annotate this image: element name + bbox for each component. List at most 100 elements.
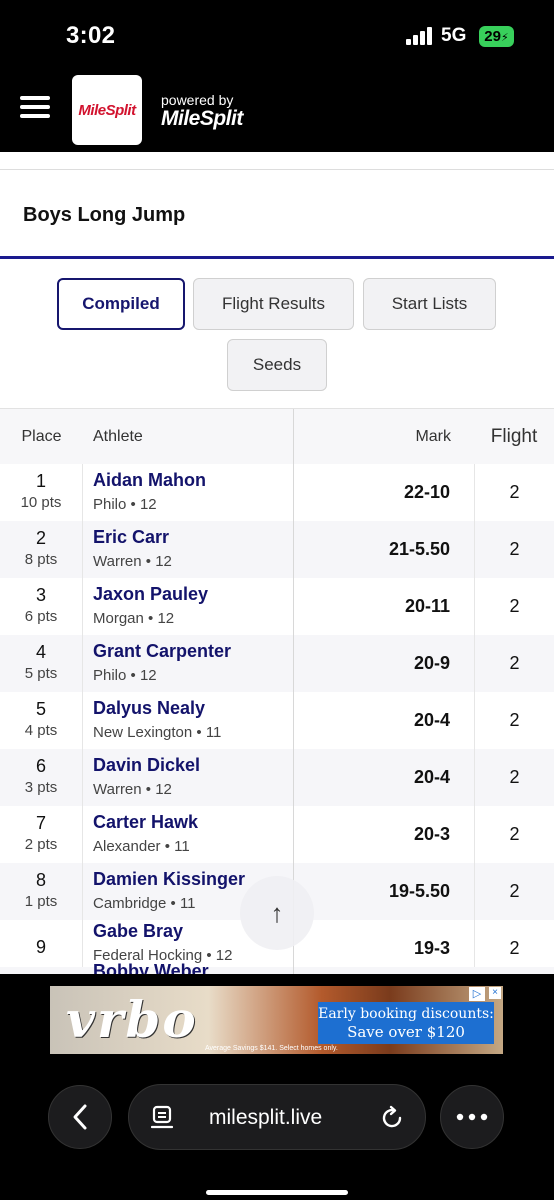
- athlete-team: Morgan • 12: [93, 610, 175, 627]
- place-points: 3 pts: [24, 779, 58, 796]
- place-number: 5: [35, 699, 46, 719]
- flight-cell: 2: [474, 806, 554, 863]
- reload-icon[interactable]: [379, 1105, 405, 1131]
- athlete-cell: Jaxon Pauley Morgan • 12: [93, 584, 291, 627]
- table-row: 1 10 pts Aidan Mahon Philo • 12 22-10 2: [0, 464, 554, 521]
- flight-cell: 2: [474, 578, 554, 635]
- flight-cell: 2: [474, 863, 554, 920]
- place-cell: 5 4 pts: [0, 692, 83, 749]
- place-cell: 2 8 pts: [0, 521, 83, 578]
- battery-indicator: 29⚡: [479, 26, 514, 47]
- place-points: 5 pts: [24, 665, 58, 682]
- place-number: 4: [35, 642, 46, 662]
- tab-compiled[interactable]: Compiled: [57, 278, 185, 330]
- place-points: 2 pts: [24, 836, 58, 853]
- place-number: 3: [35, 585, 46, 605]
- cell-signal-icon: [406, 27, 432, 45]
- place-cell: 1 10 pts: [0, 464, 83, 521]
- place-points: 4 pts: [24, 722, 58, 739]
- table-row: Bobby Weber: [0, 961, 554, 974]
- athlete-cell: Eric Carr Warren • 12: [93, 527, 291, 570]
- athlete-team: Alexander • 11: [93, 838, 190, 855]
- table-row: 7 2 pts Carter Hawk Alexander • 11 20-3 2: [0, 806, 554, 863]
- top-header: 3:02 5G 29⚡ MileSplit powered by MileSpl…: [0, 0, 554, 152]
- ad-brand-logo: vrbo: [66, 990, 198, 1049]
- athlete-name-link[interactable]: Dalyus Nealy: [93, 698, 291, 719]
- place-points: 10 pts: [20, 494, 62, 511]
- powered-by-label: powered by: [161, 92, 234, 108]
- place-number: 1: [35, 471, 46, 491]
- ad-offer-box: Early booking discounts: Save over $120: [318, 1002, 494, 1044]
- place-cell: 8 1 pts: [0, 863, 83, 920]
- athlete-cell: Aidan Mahon Philo • 12: [93, 470, 291, 513]
- athlete-cell: Bobby Weber: [93, 961, 291, 974]
- page-menu-icon[interactable]: [151, 1105, 173, 1131]
- athlete-name-link[interactable]: Aidan Mahon: [93, 470, 291, 491]
- mark-cell: 19-3: [413, 938, 450, 958]
- mark-cell: 20-9: [413, 653, 450, 673]
- powered-by-brand: MileSplit: [161, 107, 243, 130]
- logo-text: MileSplit: [78, 101, 136, 119]
- mark-cell: 22-10: [403, 482, 450, 502]
- athlete-name-link[interactable]: Grant Carpenter: [93, 641, 291, 662]
- athlete-cell: Grant Carpenter Philo • 12: [93, 641, 291, 684]
- athlete-cell: Dalyus Nealy New Lexington • 11: [93, 698, 291, 741]
- athlete-name-link[interactable]: Carter Hawk: [93, 812, 291, 833]
- place-cell: 3 6 pts: [0, 578, 83, 635]
- athlete-name-link[interactable]: Davin Dickel: [93, 755, 291, 776]
- menu-icon[interactable]: [20, 96, 50, 118]
- ad-banner[interactable]: vrbo Early booking discounts: Save over …: [50, 986, 503, 1054]
- header-flight[interactable]: Flight: [474, 409, 554, 464]
- athlete-cell: Davin Dickel Warren • 12: [93, 755, 291, 798]
- place-cell: 7 2 pts: [0, 806, 83, 863]
- header-strip: [0, 152, 554, 170]
- header-place[interactable]: Place: [0, 409, 83, 464]
- ad-close-icon[interactable]: ×: [489, 987, 501, 999]
- place-points: 6 pts: [24, 608, 58, 625]
- place-cell: 9: [0, 920, 83, 974]
- place-points: 1 pts: [24, 893, 58, 910]
- chevron-left-icon: [73, 1104, 87, 1130]
- athlete-team: Warren • 12: [93, 553, 172, 570]
- scroll-to-top-button[interactable]: ↑: [240, 876, 314, 950]
- milesplit-logo[interactable]: MileSplit: [72, 75, 142, 145]
- table-row: 3 6 pts Jaxon Pauley Morgan • 12 20-11 2: [0, 578, 554, 635]
- url-text[interactable]: milesplit.live: [209, 1085, 322, 1151]
- address-bar[interactable]: milesplit.live: [128, 1084, 426, 1150]
- tab-start-lists[interactable]: Start Lists: [363, 278, 496, 330]
- flight-cell: 2: [474, 635, 554, 692]
- adchoices-icon[interactable]: ▷: [469, 987, 485, 1001]
- more-options-button[interactable]: [440, 1085, 504, 1149]
- page-title: Boys Long Jump: [23, 204, 186, 226]
- browser-bottom-bar: vrbo Early booking discounts: Save over …: [0, 974, 554, 1200]
- mark-cell: 20-4: [413, 710, 450, 730]
- title-divider: [0, 256, 554, 259]
- athlete-team: Philo • 12: [93, 496, 157, 513]
- tab-seeds[interactable]: Seeds: [227, 339, 327, 391]
- place-cell: 6 3 pts: [0, 749, 83, 806]
- table-row: 2 8 pts Eric Carr Warren • 12 21-5.50 2: [0, 521, 554, 578]
- ad-headline: Early booking discounts:: [318, 1006, 494, 1022]
- athlete-name-link[interactable]: Bobby Weber: [93, 961, 291, 974]
- ad-fine-print: Average Savings $141. Select homes only.: [205, 1045, 338, 1052]
- table-header: Place Athlete Mark Flight: [0, 409, 554, 464]
- athlete-name-link[interactable]: Jaxon Pauley: [93, 584, 291, 605]
- header-athlete[interactable]: Athlete: [93, 409, 143, 464]
- table-row: 4 5 pts Grant Carpenter Philo • 12 20-9 2: [0, 635, 554, 692]
- mark-cell: 21-5.50: [388, 539, 450, 559]
- mark-cell: 19-5.50: [388, 881, 450, 901]
- place-number: 2: [35, 528, 46, 548]
- back-button[interactable]: [48, 1085, 112, 1149]
- home-indicator: [206, 1190, 348, 1195]
- tab-flight-results[interactable]: Flight Results: [193, 278, 354, 330]
- status-time: 3:02: [66, 22, 116, 49]
- place-number: 8: [35, 870, 46, 890]
- battery-level: 29: [484, 28, 501, 45]
- flight-cell: 2: [474, 692, 554, 749]
- flight-cell: 2: [474, 521, 554, 578]
- athlete-name-link[interactable]: Eric Carr: [93, 527, 291, 548]
- header-mark[interactable]: Mark: [294, 409, 451, 464]
- flight-cell: 2: [474, 464, 554, 521]
- ellipsis-icon: [456, 1113, 488, 1121]
- athlete-team: Warren • 12: [93, 781, 172, 798]
